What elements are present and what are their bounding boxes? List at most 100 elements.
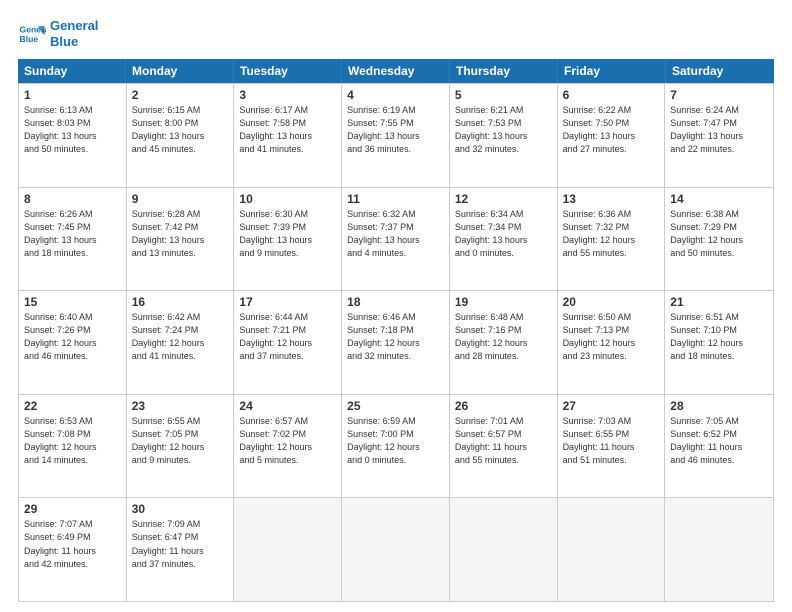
day-cell-25: 25Sunrise: 6:59 AM Sunset: 7:00 PM Dayli… bbox=[342, 395, 450, 498]
week-row-5: 29Sunrise: 7:07 AM Sunset: 6:49 PM Dayli… bbox=[19, 497, 773, 601]
calendar-body: 1 Sunrise: 6:13 AM Sunset: 8:03 PM Daylig… bbox=[18, 83, 774, 602]
day-number: 12 bbox=[455, 192, 552, 206]
day-number: 8 bbox=[24, 192, 121, 206]
day-info: Sunrise: 6:53 AM Sunset: 7:08 PM Dayligh… bbox=[24, 415, 121, 467]
day-cell-10: 10 Sunrise: 6:30 AM Sunset: 7:39 PM Dayli… bbox=[234, 188, 342, 291]
day-cell-21: 21Sunrise: 6:51 AM Sunset: 7:10 PM Dayli… bbox=[665, 291, 773, 394]
day-number: 4 bbox=[347, 88, 444, 102]
day-info: Sunrise: 6:50 AM Sunset: 7:13 PM Dayligh… bbox=[563, 311, 660, 363]
day-info: Sunrise: 6:24 AM Sunset: 7:47 PM Dayligh… bbox=[670, 104, 768, 156]
day-cell-2: 2 Sunrise: 6:15 AM Sunset: 8:00 PM Daylig… bbox=[127, 84, 235, 187]
day-info: Sunrise: 7:01 AM Sunset: 6:57 PM Dayligh… bbox=[455, 415, 552, 467]
day-cell-24: 24 Sunrise: 6:57 AM Sunset: 7:02 PM Dayli… bbox=[234, 395, 342, 498]
day-cell-17: 17 Sunrise: 6:44 AM Sunset: 7:21 PM Dayli… bbox=[234, 291, 342, 394]
day-info: Sunrise: 6:15 AM Sunset: 8:00 PM Dayligh… bbox=[132, 104, 229, 156]
day-info: Sunrise: 7:07 AM Sunset: 6:49 PM Dayligh… bbox=[24, 518, 121, 570]
day-cell-14: 14Sunrise: 6:38 AM Sunset: 7:29 PM Dayli… bbox=[665, 188, 773, 291]
empty-cell bbox=[665, 498, 773, 601]
day-info: Sunrise: 7:03 AM Sunset: 6:55 PM Dayligh… bbox=[563, 415, 660, 467]
day-info: Sunrise: 6:13 AM Sunset: 8:03 PM Dayligh… bbox=[24, 104, 121, 156]
day-info: Sunrise: 6:38 AM Sunset: 7:29 PM Dayligh… bbox=[670, 208, 768, 260]
day-number: 17 bbox=[239, 295, 336, 309]
day-info: Sunrise: 6:36 AM Sunset: 7:32 PM Dayligh… bbox=[563, 208, 660, 260]
day-info: Sunrise: 6:17 AM Sunset: 7:58 PM Dayligh… bbox=[239, 104, 336, 156]
day-number: 2 bbox=[132, 88, 229, 102]
day-number: 23 bbox=[132, 399, 229, 413]
day-info: Sunrise: 6:57 AM Sunset: 7:02 PM Dayligh… bbox=[239, 415, 336, 467]
header-day-saturday: Saturday bbox=[666, 59, 774, 83]
day-cell-15: 15Sunrise: 6:40 AM Sunset: 7:26 PM Dayli… bbox=[19, 291, 127, 394]
calendar-header: SundayMondayTuesdayWednesdayThursdayFrid… bbox=[18, 59, 774, 83]
day-number: 5 bbox=[455, 88, 552, 102]
logo-text: General Blue bbox=[50, 18, 98, 49]
day-cell-20: 20 Sunrise: 6:50 AM Sunset: 7:13 PM Dayli… bbox=[558, 291, 666, 394]
empty-cell bbox=[342, 498, 450, 601]
day-cell-11: 11 Sunrise: 6:32 AM Sunset: 7:37 PM Dayli… bbox=[342, 188, 450, 291]
day-cell-28: 28Sunrise: 7:05 AM Sunset: 6:52 PM Dayli… bbox=[665, 395, 773, 498]
day-number: 15 bbox=[24, 295, 121, 309]
header-day-monday: Monday bbox=[126, 59, 234, 83]
week-row-3: 15Sunrise: 6:40 AM Sunset: 7:26 PM Dayli… bbox=[19, 290, 773, 394]
day-cell-23: 23 Sunrise: 6:55 AM Sunset: 7:05 PM Dayli… bbox=[127, 395, 235, 498]
day-info: Sunrise: 6:48 AM Sunset: 7:16 PM Dayligh… bbox=[455, 311, 552, 363]
day-info: Sunrise: 6:42 AM Sunset: 7:24 PM Dayligh… bbox=[132, 311, 229, 363]
day-cell-4: 4Sunrise: 6:19 AM Sunset: 7:55 PM Daylig… bbox=[342, 84, 450, 187]
header-day-tuesday: Tuesday bbox=[234, 59, 342, 83]
day-info: Sunrise: 6:26 AM Sunset: 7:45 PM Dayligh… bbox=[24, 208, 121, 260]
day-info: Sunrise: 6:21 AM Sunset: 7:53 PM Dayligh… bbox=[455, 104, 552, 156]
day-number: 18 bbox=[347, 295, 444, 309]
header-day-thursday: Thursday bbox=[450, 59, 558, 83]
day-cell-13: 13 Sunrise: 6:36 AM Sunset: 7:32 PM Dayli… bbox=[558, 188, 666, 291]
day-cell-7: 7 Sunrise: 6:24 AM Sunset: 7:47 PM Daylig… bbox=[665, 84, 773, 187]
week-row-1: 1 Sunrise: 6:13 AM Sunset: 8:03 PM Daylig… bbox=[19, 83, 773, 187]
day-info: Sunrise: 7:09 AM Sunset: 6:47 PM Dayligh… bbox=[132, 518, 229, 570]
day-cell-27: 27 Sunrise: 7:03 AM Sunset: 6:55 PM Dayli… bbox=[558, 395, 666, 498]
day-info: Sunrise: 6:46 AM Sunset: 7:18 PM Dayligh… bbox=[347, 311, 444, 363]
svg-text:Blue: Blue bbox=[20, 33, 39, 43]
day-info: Sunrise: 6:32 AM Sunset: 7:37 PM Dayligh… bbox=[347, 208, 444, 260]
day-number: 13 bbox=[563, 192, 660, 206]
day-info: Sunrise: 6:44 AM Sunset: 7:21 PM Dayligh… bbox=[239, 311, 336, 363]
day-number: 6 bbox=[563, 88, 660, 102]
day-number: 22 bbox=[24, 399, 121, 413]
logo-icon: General Blue bbox=[18, 20, 46, 48]
day-cell-29: 29Sunrise: 7:07 AM Sunset: 6:49 PM Dayli… bbox=[19, 498, 127, 601]
day-cell-9: 9 Sunrise: 6:28 AM Sunset: 7:42 PM Daylig… bbox=[127, 188, 235, 291]
header-day-wednesday: Wednesday bbox=[342, 59, 450, 83]
day-number: 7 bbox=[670, 88, 768, 102]
day-number: 16 bbox=[132, 295, 229, 309]
day-number: 20 bbox=[563, 295, 660, 309]
day-number: 19 bbox=[455, 295, 552, 309]
week-row-2: 8 Sunrise: 6:26 AM Sunset: 7:45 PM Daylig… bbox=[19, 187, 773, 291]
day-info: Sunrise: 6:28 AM Sunset: 7:42 PM Dayligh… bbox=[132, 208, 229, 260]
day-cell-26: 26 Sunrise: 7:01 AM Sunset: 6:57 PM Dayli… bbox=[450, 395, 558, 498]
day-number: 24 bbox=[239, 399, 336, 413]
day-info: Sunrise: 6:30 AM Sunset: 7:39 PM Dayligh… bbox=[239, 208, 336, 260]
day-cell-8: 8 Sunrise: 6:26 AM Sunset: 7:45 PM Daylig… bbox=[19, 188, 127, 291]
day-number: 10 bbox=[239, 192, 336, 206]
day-number: 26 bbox=[455, 399, 552, 413]
empty-cell bbox=[558, 498, 666, 601]
day-info: Sunrise: 6:55 AM Sunset: 7:05 PM Dayligh… bbox=[132, 415, 229, 467]
day-cell-3: 3 Sunrise: 6:17 AM Sunset: 7:58 PM Daylig… bbox=[234, 84, 342, 187]
calendar: SundayMondayTuesdayWednesdayThursdayFrid… bbox=[18, 59, 774, 602]
day-cell-18: 18 Sunrise: 6:46 AM Sunset: 7:18 PM Dayli… bbox=[342, 291, 450, 394]
day-info: Sunrise: 6:59 AM Sunset: 7:00 PM Dayligh… bbox=[347, 415, 444, 467]
day-info: Sunrise: 7:05 AM Sunset: 6:52 PM Dayligh… bbox=[670, 415, 768, 467]
day-cell-30: 30 Sunrise: 7:09 AM Sunset: 6:47 PM Dayli… bbox=[127, 498, 235, 601]
day-number: 11 bbox=[347, 192, 444, 206]
day-info: Sunrise: 6:34 AM Sunset: 7:34 PM Dayligh… bbox=[455, 208, 552, 260]
day-number: 3 bbox=[239, 88, 336, 102]
day-cell-16: 16 Sunrise: 6:42 AM Sunset: 7:24 PM Dayli… bbox=[127, 291, 235, 394]
day-cell-5: 5 Sunrise: 6:21 AM Sunset: 7:53 PM Daylig… bbox=[450, 84, 558, 187]
day-number: 1 bbox=[24, 88, 121, 102]
logo: General Blue General Blue bbox=[18, 18, 98, 49]
header-day-friday: Friday bbox=[558, 59, 666, 83]
day-number: 27 bbox=[563, 399, 660, 413]
day-cell-6: 6Sunrise: 6:22 AM Sunset: 7:50 PM Daylig… bbox=[558, 84, 666, 187]
week-row-4: 22 Sunrise: 6:53 AM Sunset: 7:08 PM Dayli… bbox=[19, 394, 773, 498]
day-cell-22: 22 Sunrise: 6:53 AM Sunset: 7:08 PM Dayli… bbox=[19, 395, 127, 498]
day-number: 9 bbox=[132, 192, 229, 206]
day-number: 21 bbox=[670, 295, 768, 309]
day-number: 30 bbox=[132, 502, 229, 516]
